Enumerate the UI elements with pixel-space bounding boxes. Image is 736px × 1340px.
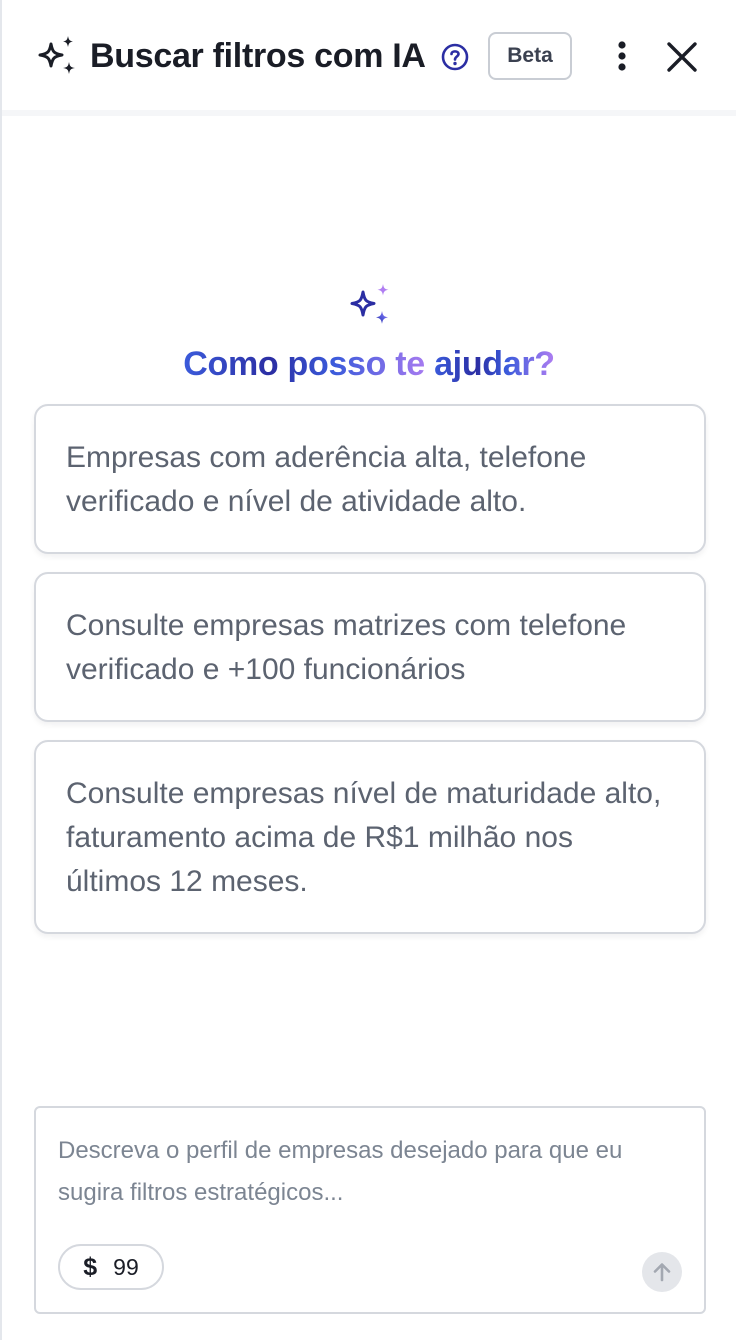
credits-count: 99 bbox=[113, 1253, 139, 1280]
more-vertical-icon bbox=[618, 41, 626, 71]
credits-badge: $ 99 bbox=[58, 1244, 164, 1290]
panel-header: Buscar filtros com IA Beta bbox=[2, 0, 736, 116]
suggestion-card[interactable]: Consulte empresas nível de maturidade al… bbox=[34, 740, 706, 934]
prompt-input[interactable] bbox=[58, 1130, 678, 1240]
sparkles-icon bbox=[350, 284, 389, 324]
sparkles-icon bbox=[38, 36, 75, 74]
suggestion-card[interactable]: Consulte empresas matrizes com telefone … bbox=[34, 572, 706, 722]
help-circle-icon[interactable] bbox=[440, 42, 470, 72]
arrow-up-icon bbox=[653, 1263, 671, 1282]
hero-title: Como posso te ajudar? bbox=[2, 342, 736, 386]
panel-title: Buscar filtros com IA bbox=[90, 37, 426, 75]
hero-title-part2: ajudar? bbox=[434, 345, 555, 383]
close-button[interactable] bbox=[658, 34, 706, 80]
prompt-box: $ 99 bbox=[34, 1106, 706, 1314]
beta-badge: Beta bbox=[488, 32, 572, 80]
more-options-button[interactable] bbox=[606, 36, 638, 76]
close-icon bbox=[667, 42, 697, 72]
suggestion-card[interactable]: Empresas com aderência alta, telefone ve… bbox=[34, 404, 706, 554]
ai-filter-panel: Buscar filtros com IA Beta Como posso te… bbox=[0, 0, 736, 1340]
hero-title-part1: Como posso te bbox=[183, 345, 435, 383]
send-button[interactable] bbox=[642, 1252, 682, 1292]
dollar-icon: $ bbox=[83, 1252, 98, 1281]
